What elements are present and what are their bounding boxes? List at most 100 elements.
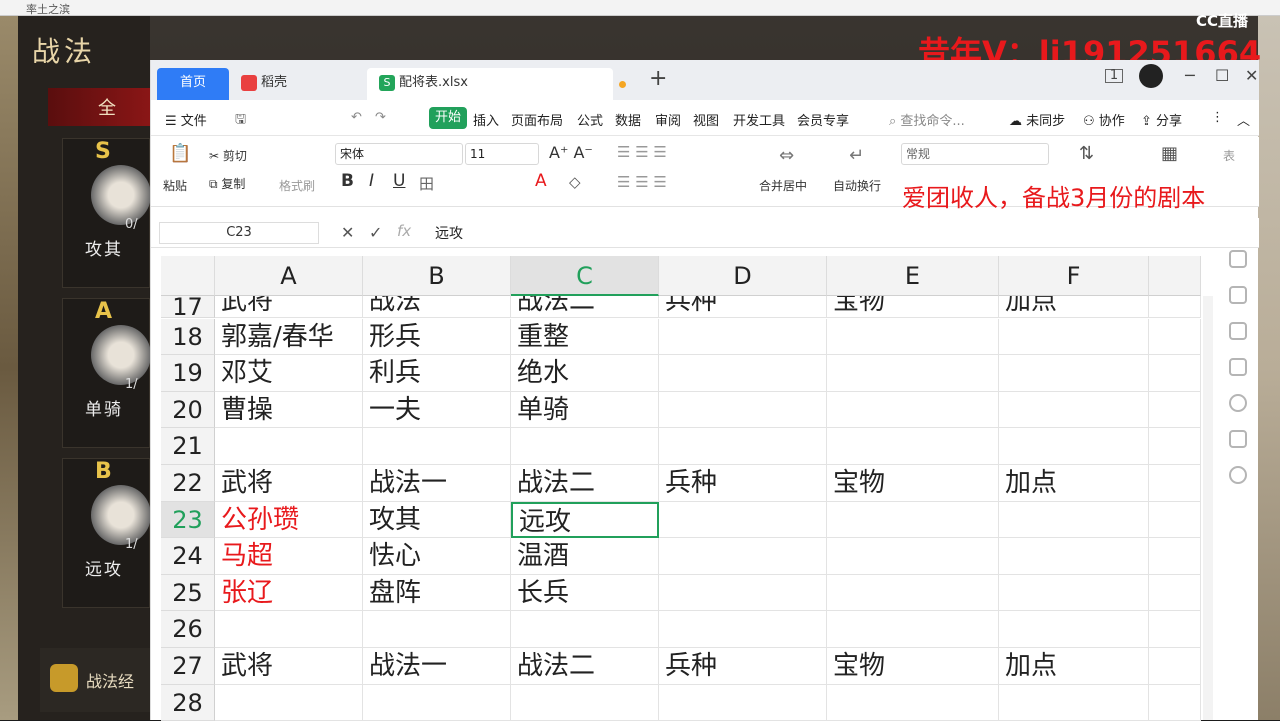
row-header[interactable]: 20 <box>161 391 215 429</box>
cell-e25[interactable] <box>827 574 999 612</box>
align-left-icon[interactable]: ☰ ☰ ☰ <box>617 173 667 191</box>
menu-page-layout[interactable]: 页面布局 <box>511 110 563 129</box>
cell-e26[interactable] <box>827 611 999 648</box>
menu-member[interactable]: 会员专享 <box>797 110 849 129</box>
cell-c18[interactable]: 重整 <box>511 318 659 356</box>
cell-f20[interactable] <box>999 391 1149 429</box>
cell-f26[interactable] <box>999 611 1149 648</box>
cell-c25[interactable]: 长兵 <box>511 574 659 612</box>
cell-blank[interactable] <box>1149 684 1201 721</box>
border-icon[interactable]: 田 <box>419 173 434 194</box>
search-command[interactable]: ⌕ 查找命令... <box>889 110 965 129</box>
cell-c26[interactable] <box>511 611 659 648</box>
undo-icon[interactable]: ↶ <box>351 110 362 125</box>
italic-button[interactable]: I <box>369 171 374 191</box>
copy-button[interactable]: ⧉ 复制 <box>209 175 245 192</box>
merge-center-button[interactable]: 合并居中 <box>759 177 807 194</box>
close-icon[interactable]: ✕ <box>1245 66 1258 85</box>
cell-a26[interactable] <box>215 611 363 648</box>
cell-d20[interactable] <box>659 391 827 429</box>
cell-c27[interactable]: 战法二 <box>511 648 659 685</box>
save-icon[interactable]: 🖫 <box>235 110 246 132</box>
cell-blank[interactable] <box>1149 611 1201 648</box>
cell-e17[interactable]: 宝物 <box>827 296 999 318</box>
skill-card[interactable]: B 1/远攻 <box>62 458 151 608</box>
cell-blank[interactable] <box>1149 355 1201 392</box>
row-header[interactable]: 25 <box>161 574 215 612</box>
cell-a19[interactable]: 邓艾 <box>215 355 363 392</box>
cell-e21[interactable] <box>827 428 999 465</box>
table-style-button[interactable]: 表 <box>1223 147 1235 164</box>
underline-button[interactable]: U <box>393 171 405 191</box>
font-size-select[interactable]: 11 <box>465 143 539 165</box>
format-painter-button[interactable]: 格式刷 <box>279 177 315 194</box>
cell-e22[interactable]: 宝物 <box>827 465 999 502</box>
cell-e27[interactable]: 宝物 <box>827 648 999 685</box>
row-header[interactable]: 28 <box>161 684 215 721</box>
cell-blank[interactable] <box>1149 501 1201 539</box>
column-header-d[interactable]: D <box>659 256 827 296</box>
redo-icon[interactable]: ↷ <box>375 110 386 125</box>
fx-icon[interactable]: fx <box>397 222 411 240</box>
new-tab-button[interactable]: + <box>649 66 667 91</box>
font-color-button[interactable]: A <box>535 171 547 191</box>
cursor-icon[interactable] <box>1229 286 1247 304</box>
cell-b18[interactable]: 形兵 <box>363 318 511 356</box>
cell-f22[interactable]: 加点 <box>999 465 1149 502</box>
menu-review[interactable]: 审阅 <box>655 110 681 129</box>
cell-a22[interactable]: 武将 <box>215 465 363 502</box>
increase-font-icon[interactable]: A⁺ A⁻ <box>549 143 593 162</box>
help-icon[interactable] <box>1229 394 1247 412</box>
cell-c20[interactable]: 单骑 <box>511 391 659 429</box>
cell-a21[interactable] <box>215 428 363 465</box>
cell-a17[interactable]: 武将 <box>215 296 363 318</box>
cell-f17[interactable]: 加点 <box>999 296 1149 318</box>
confirm-edit-icon[interactable]: ✓ <box>369 223 382 242</box>
cell-reference-box[interactable]: C23 <box>159 222 319 244</box>
cell-e23[interactable] <box>827 501 999 539</box>
cell-d18[interactable] <box>659 318 827 356</box>
row-header[interactable]: 17 <box>161 296 215 318</box>
settings-sliders-icon[interactable] <box>1229 322 1247 340</box>
paste-icon[interactable]: 📋 <box>169 143 191 164</box>
cell-a28[interactable] <box>215 684 363 721</box>
font-name-select[interactable]: 宋体 <box>335 143 463 165</box>
location-icon[interactable] <box>1229 466 1247 484</box>
row-header[interactable]: 18 <box>161 318 215 356</box>
row-header[interactable]: 27 <box>161 648 215 685</box>
wrap-text-button[interactable]: 自动换行 <box>833 177 881 194</box>
cell-b17[interactable]: 战法 <box>363 296 511 318</box>
formula-input[interactable]: 远攻 <box>435 223 463 243</box>
cell-a24[interactable]: 马超 <box>215 538 363 575</box>
cell-blank[interactable] <box>1149 574 1201 612</box>
cell-d27[interactable]: 兵种 <box>659 648 827 685</box>
cell-c17[interactable]: 战法二 <box>511 296 659 318</box>
cell-e24[interactable] <box>827 538 999 575</box>
cell-d24[interactable] <box>659 538 827 575</box>
row-header[interactable]: 21 <box>161 428 215 465</box>
tab-spreadsheet-file[interactable]: S 配将表.xlsx <box>367 68 626 100</box>
row-header[interactable]: 23 <box>161 501 215 539</box>
skill-card[interactable]: A 1/单骑 <box>62 298 151 448</box>
cell-blank[interactable] <box>1149 648 1201 685</box>
cell-d28[interactable] <box>659 684 827 721</box>
cell-c19[interactable]: 绝水 <box>511 355 659 392</box>
cell-f27[interactable]: 加点 <box>999 648 1149 685</box>
window-count-icon[interactable]: 1 <box>1105 69 1123 83</box>
avatar[interactable] <box>1139 64 1163 88</box>
cell-blank[interactable] <box>1149 296 1201 318</box>
row-header[interactable]: 24 <box>161 538 215 575</box>
cancel-edit-icon[interactable]: ✕ <box>341 223 354 242</box>
number-format-select[interactable]: 常规 <box>901 143 1049 165</box>
tab-daoke[interactable]: 稻壳 <box>231 68 365 100</box>
wrap-icon[interactable]: ↵ <box>849 145 864 166</box>
cell-c28[interactable] <box>511 684 659 721</box>
column-header-e[interactable]: E <box>827 256 999 296</box>
tab-home[interactable]: 首页 <box>157 68 229 100</box>
cell-f25[interactable] <box>999 574 1149 612</box>
align-top-icon[interactable]: ☰ ☰ ☰ <box>617 143 667 161</box>
cell-f24[interactable] <box>999 538 1149 575</box>
type-convert-icon[interactable]: ⇅ <box>1079 143 1094 164</box>
cell-b25[interactable]: 盘阵 <box>363 574 511 612</box>
cell-b22[interactable]: 战法一 <box>363 465 511 502</box>
